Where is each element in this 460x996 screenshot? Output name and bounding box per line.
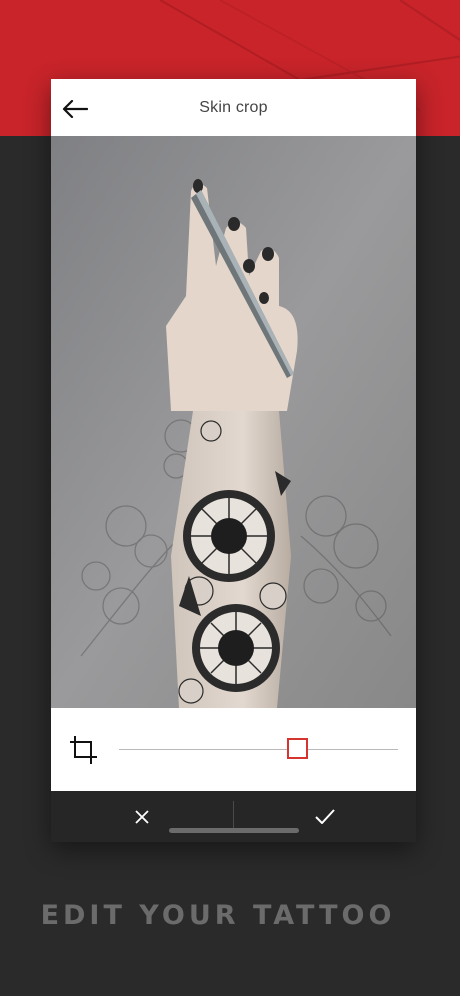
- top-bar: Skin crop: [51, 79, 416, 136]
- slider-track[interactable]: [119, 749, 398, 750]
- page-title: Skin crop: [199, 98, 268, 116]
- crop-controls: [51, 708, 416, 791]
- tattoo-photo: [51, 136, 416, 708]
- close-icon: [135, 809, 149, 824]
- editor-card: Skin crop: [51, 79, 416, 842]
- slider-thumb[interactable]: [287, 738, 309, 759]
- arrow-left-icon: [62, 100, 88, 118]
- cancel-button[interactable]: [51, 791, 233, 842]
- promo-caption: EDIT YOUR TATTOO: [40, 900, 396, 931]
- home-indicator: [169, 828, 299, 833]
- crop-icon[interactable]: [69, 735, 99, 765]
- checkmark-icon: [315, 809, 335, 824]
- back-button[interactable]: [57, 93, 93, 125]
- confirm-button[interactable]: [234, 791, 416, 842]
- action-bar: [51, 791, 416, 842]
